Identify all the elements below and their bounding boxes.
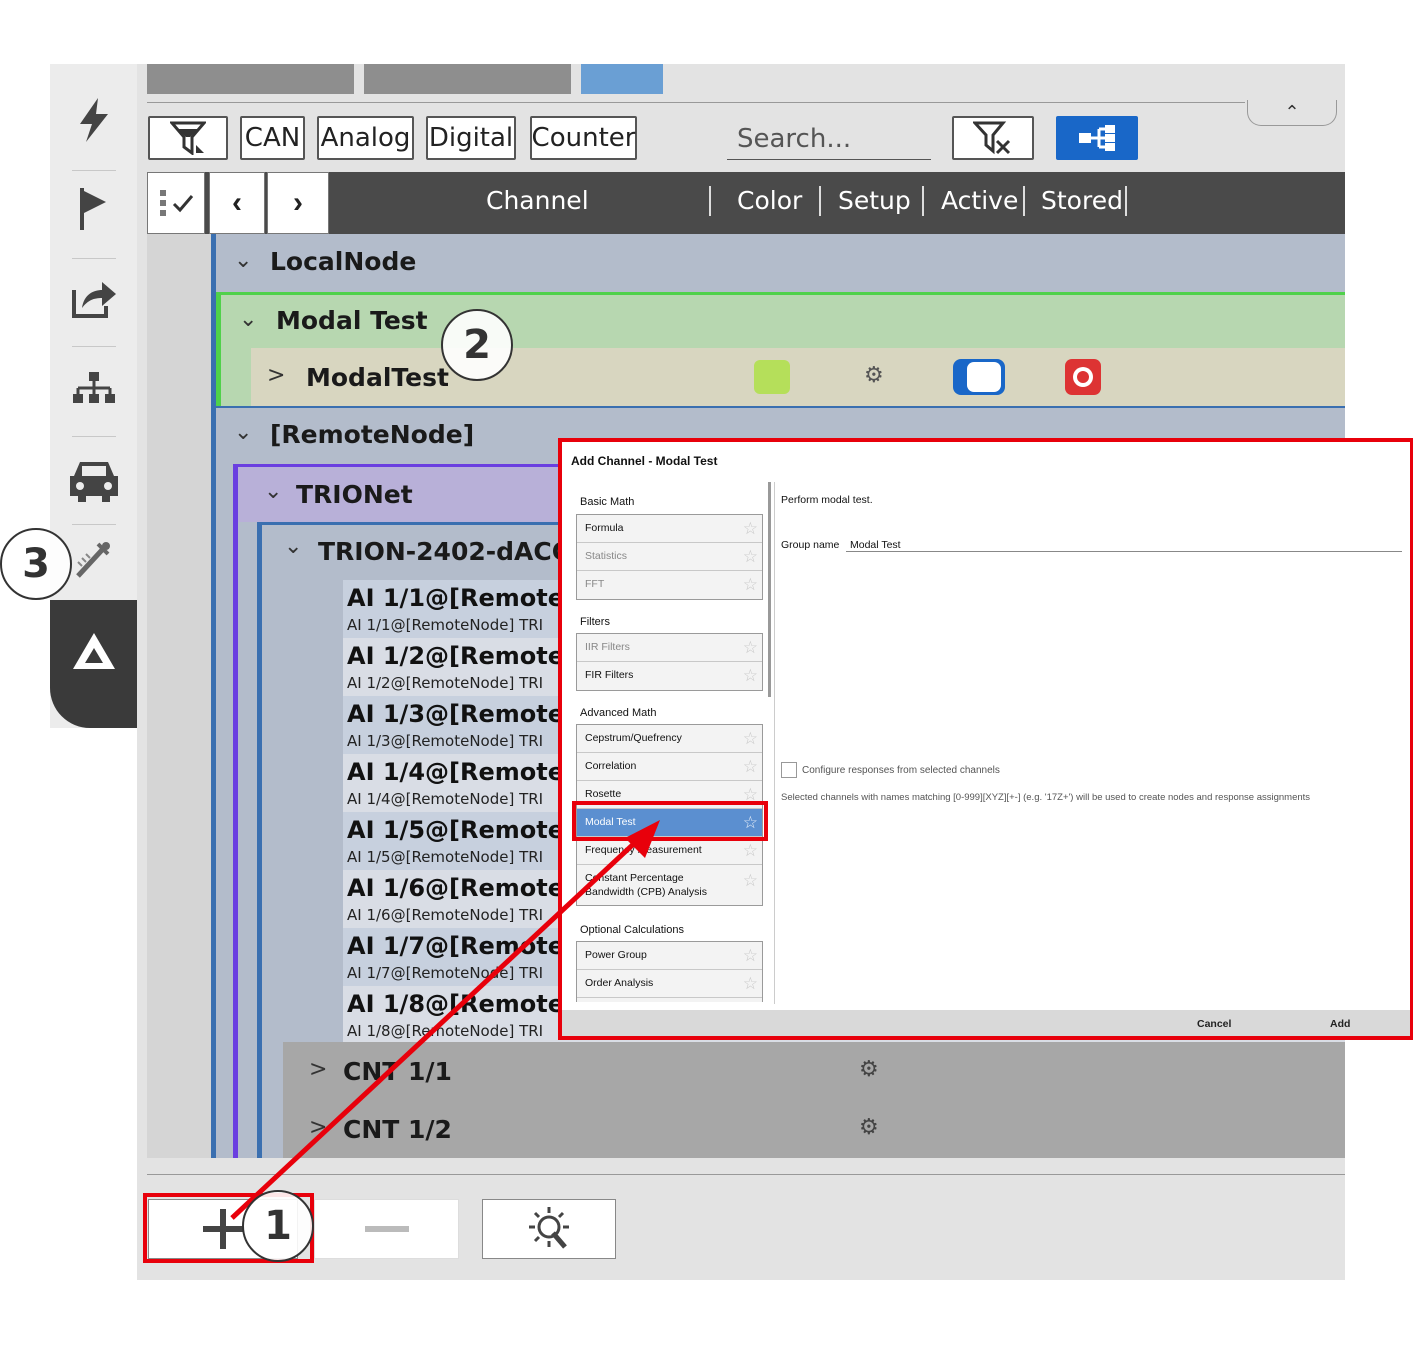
callout-number: 3 <box>0 528 72 600</box>
callout-number: 2 <box>441 309 513 381</box>
annotation-arrow <box>230 820 660 1220</box>
callout-number: 1 <box>242 1190 314 1262</box>
